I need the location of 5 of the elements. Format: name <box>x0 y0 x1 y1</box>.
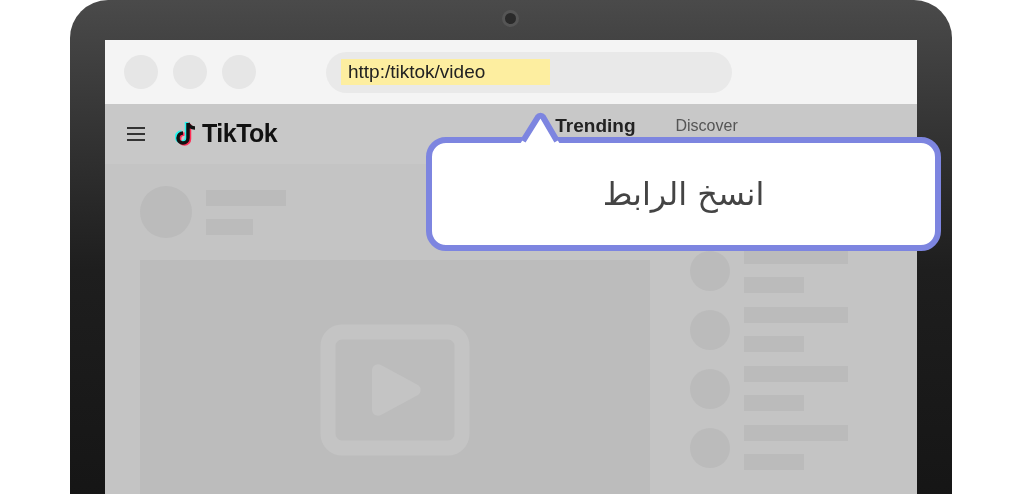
site-logo[interactable]: TikTok <box>202 115 278 153</box>
address-text: http:/tiktok/video <box>341 59 551 85</box>
callout-text: انسخ الرابط <box>602 174 765 215</box>
address-bar[interactable]: http:/tiktok/video <box>326 51 732 93</box>
nav-link[interactable]: Discover <box>675 114 738 139</box>
